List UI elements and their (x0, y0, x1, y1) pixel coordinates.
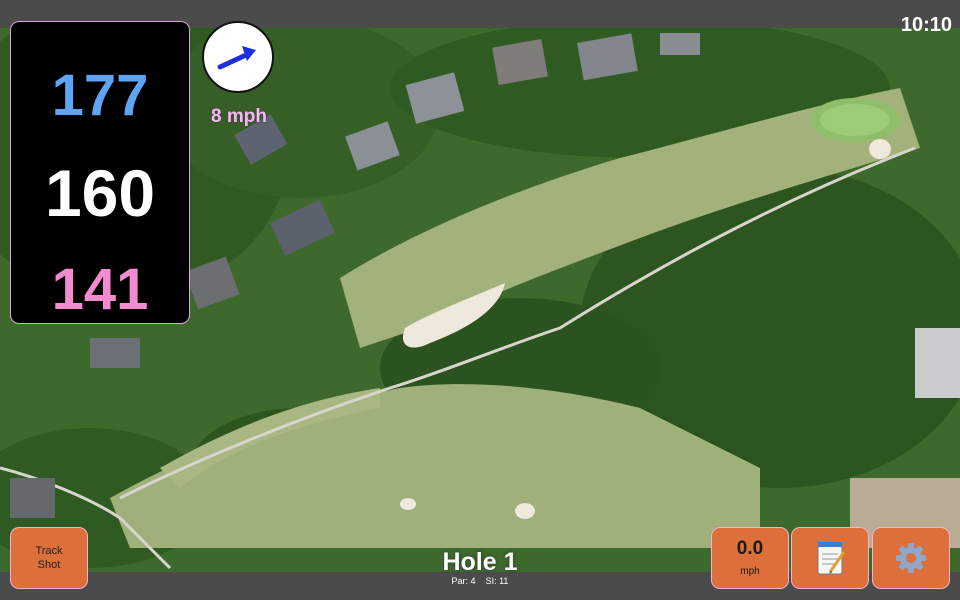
wind-arrow-icon (217, 46, 256, 70)
notes-button[interactable] (792, 528, 868, 588)
hole-info: Par: 4 SI: 11 (380, 576, 580, 586)
speed-value: 0.0 (736, 538, 764, 559)
track-shot-label-line1: Track (35, 545, 63, 557)
wind-direction-indicator (202, 21, 274, 93)
settings-button[interactable] (873, 528, 949, 588)
distance-front: 141 (51, 257, 149, 322)
distance-panel: 177 160 141 (11, 22, 189, 323)
par-label: Par: 4 (451, 576, 476, 586)
stroke-index-label: SI: 11 (485, 576, 509, 586)
wind-speed: 8 mph (211, 106, 267, 127)
track-shot-button[interactable]: Track Shot (11, 528, 87, 588)
speed-unit: mph (740, 566, 760, 577)
distance-middle: 160 (44, 156, 156, 230)
notepad-icon (817, 542, 846, 575)
hole-title: Hole 1 (442, 548, 518, 576)
distance-back: 177 (51, 63, 149, 128)
gear-icon (896, 543, 926, 573)
clock: 10:10 (900, 14, 952, 36)
track-shot-label-line2: Shot (37, 559, 61, 571)
speed-button[interactable]: 0.0 mph (712, 528, 788, 588)
